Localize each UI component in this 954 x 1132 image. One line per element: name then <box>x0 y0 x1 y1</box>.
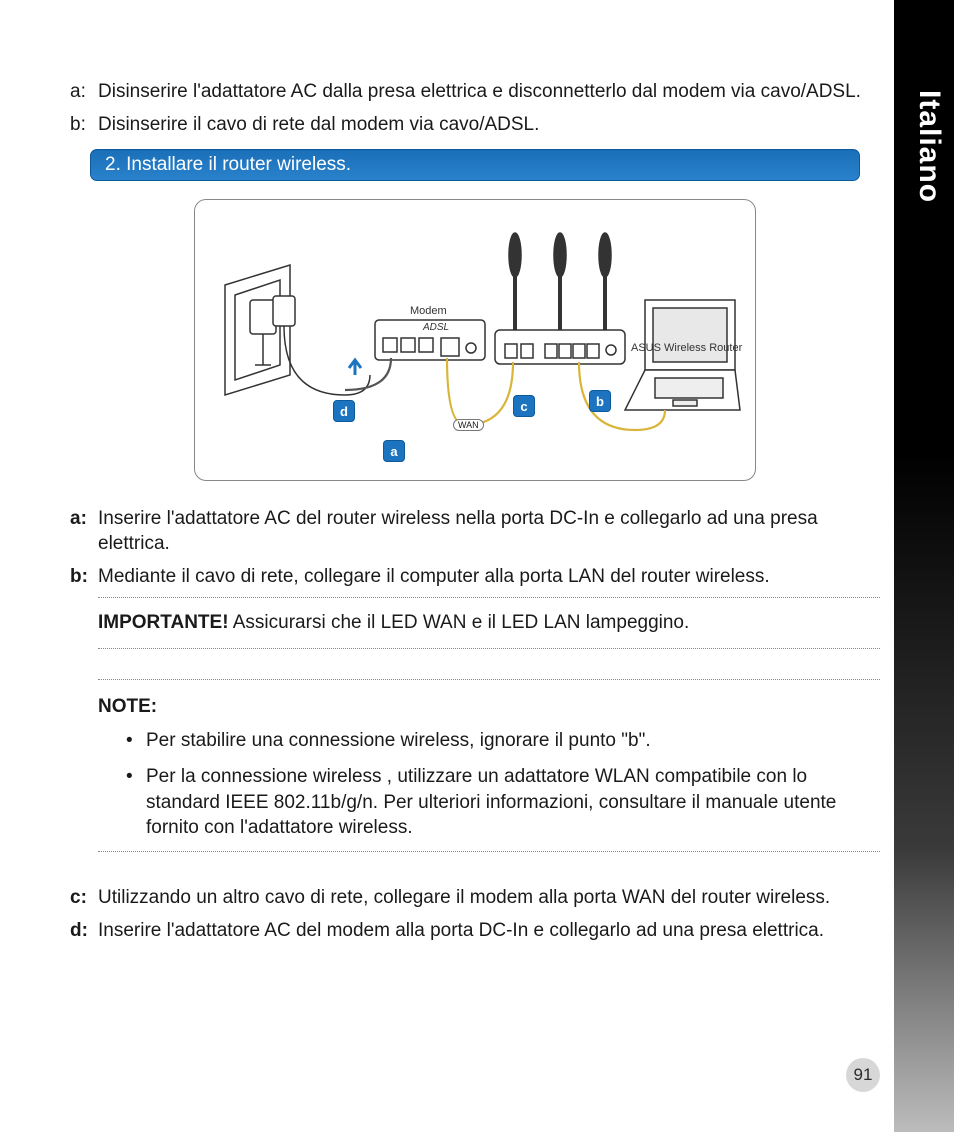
wiring-diagram: Modem ADSL ASUS Wireless Router WAN d a … <box>194 199 756 481</box>
step-b-text: Mediante il cavo di rete, collegare il c… <box>98 565 880 590</box>
diagram-adsl-label: ADSL <box>423 322 449 333</box>
list-item: • Per la connessione wireless , utilizza… <box>126 764 880 841</box>
diagram-marker-d: d <box>333 400 355 422</box>
note-2-text: Per la connessione wireless , utilizzare… <box>146 764 880 841</box>
step-heading-text: 2. Installare il router wireless. <box>105 154 351 176</box>
diagram-svg <box>195 200 755 480</box>
intro-item-b: b: Disinserire il cavo di rete dal modem… <box>70 113 880 138</box>
note-1-text: Per stabilire una connessione wireless, … <box>146 728 651 754</box>
diagram-marker-a: a <box>383 440 405 462</box>
step-item-a: a: Inserire l'adattatore AC del router w… <box>70 507 880 556</box>
intro-b-label: b: <box>70 113 98 138</box>
step-heading: 2. Installare il router wireless. <box>90 149 860 181</box>
step-item-c: c: Utilizzando un altro cavo di rete, co… <box>70 886 880 911</box>
step-item-d: d: Inserire l'adattatore AC del modem al… <box>70 919 880 944</box>
step-c-label: c: <box>70 886 98 911</box>
diagram-container: Modem ADSL ASUS Wireless Router WAN d a … <box>70 199 880 481</box>
divider <box>98 851 880 852</box>
manual-page: Italiano a: Disinserire l'adattatore AC … <box>0 0 954 1132</box>
step-b-label: b: <box>70 565 98 590</box>
step-item-b: b: Mediante il cavo di rete, collegare i… <box>70 565 880 590</box>
page-content: a: Disinserire l'adattatore AC dalla pre… <box>70 80 880 951</box>
diagram-marker-c: c <box>513 395 535 417</box>
divider <box>98 597 880 598</box>
step-c-text: Utilizzando un altro cavo di rete, colle… <box>98 886 880 911</box>
step-a-text: Inserire l'adattatore AC del router wire… <box>98 507 880 556</box>
language-label: Italiano <box>912 90 946 203</box>
intro-item-a: a: Disinserire l'adattatore AC dalla pre… <box>70 80 880 105</box>
diagram-router-label: ASUS Wireless Router <box>631 342 742 354</box>
important-note: IMPORTANTE! Assicurarsi che il LED WAN e… <box>98 612 880 634</box>
important-text: Assicurarsi che il LED WAN e il LED LAN … <box>229 612 690 633</box>
step-d-label: d: <box>70 919 98 944</box>
diagram-marker-b: b <box>589 390 611 412</box>
bullet-icon: • <box>126 764 146 841</box>
page-number-badge: 91 <box>846 1058 880 1092</box>
note-heading: NOTE: <box>98 696 880 718</box>
bullet-icon: • <box>126 728 146 754</box>
page-number: 91 <box>854 1065 873 1085</box>
diagram-modem-label: Modem <box>410 305 447 317</box>
divider <box>98 648 880 649</box>
intro-a-text: Disinserire l'adattatore AC dalla presa … <box>98 80 880 105</box>
important-label: IMPORTANTE! <box>98 612 229 633</box>
diagram-wan-tag: WAN <box>453 419 484 431</box>
step-a-label: a: <box>70 507 98 556</box>
language-side-tab: Italiano <box>894 0 954 1132</box>
intro-a-label: a: <box>70 80 98 105</box>
intro-b-text: Disinserire il cavo di rete dal modem vi… <box>98 113 880 138</box>
step-d-text: Inserire l'adattatore AC del modem alla … <box>98 919 880 944</box>
list-item: • Per stabilire una connessione wireless… <box>126 728 880 754</box>
divider <box>98 679 880 680</box>
note-list: • Per stabilire una connessione wireless… <box>126 728 880 841</box>
